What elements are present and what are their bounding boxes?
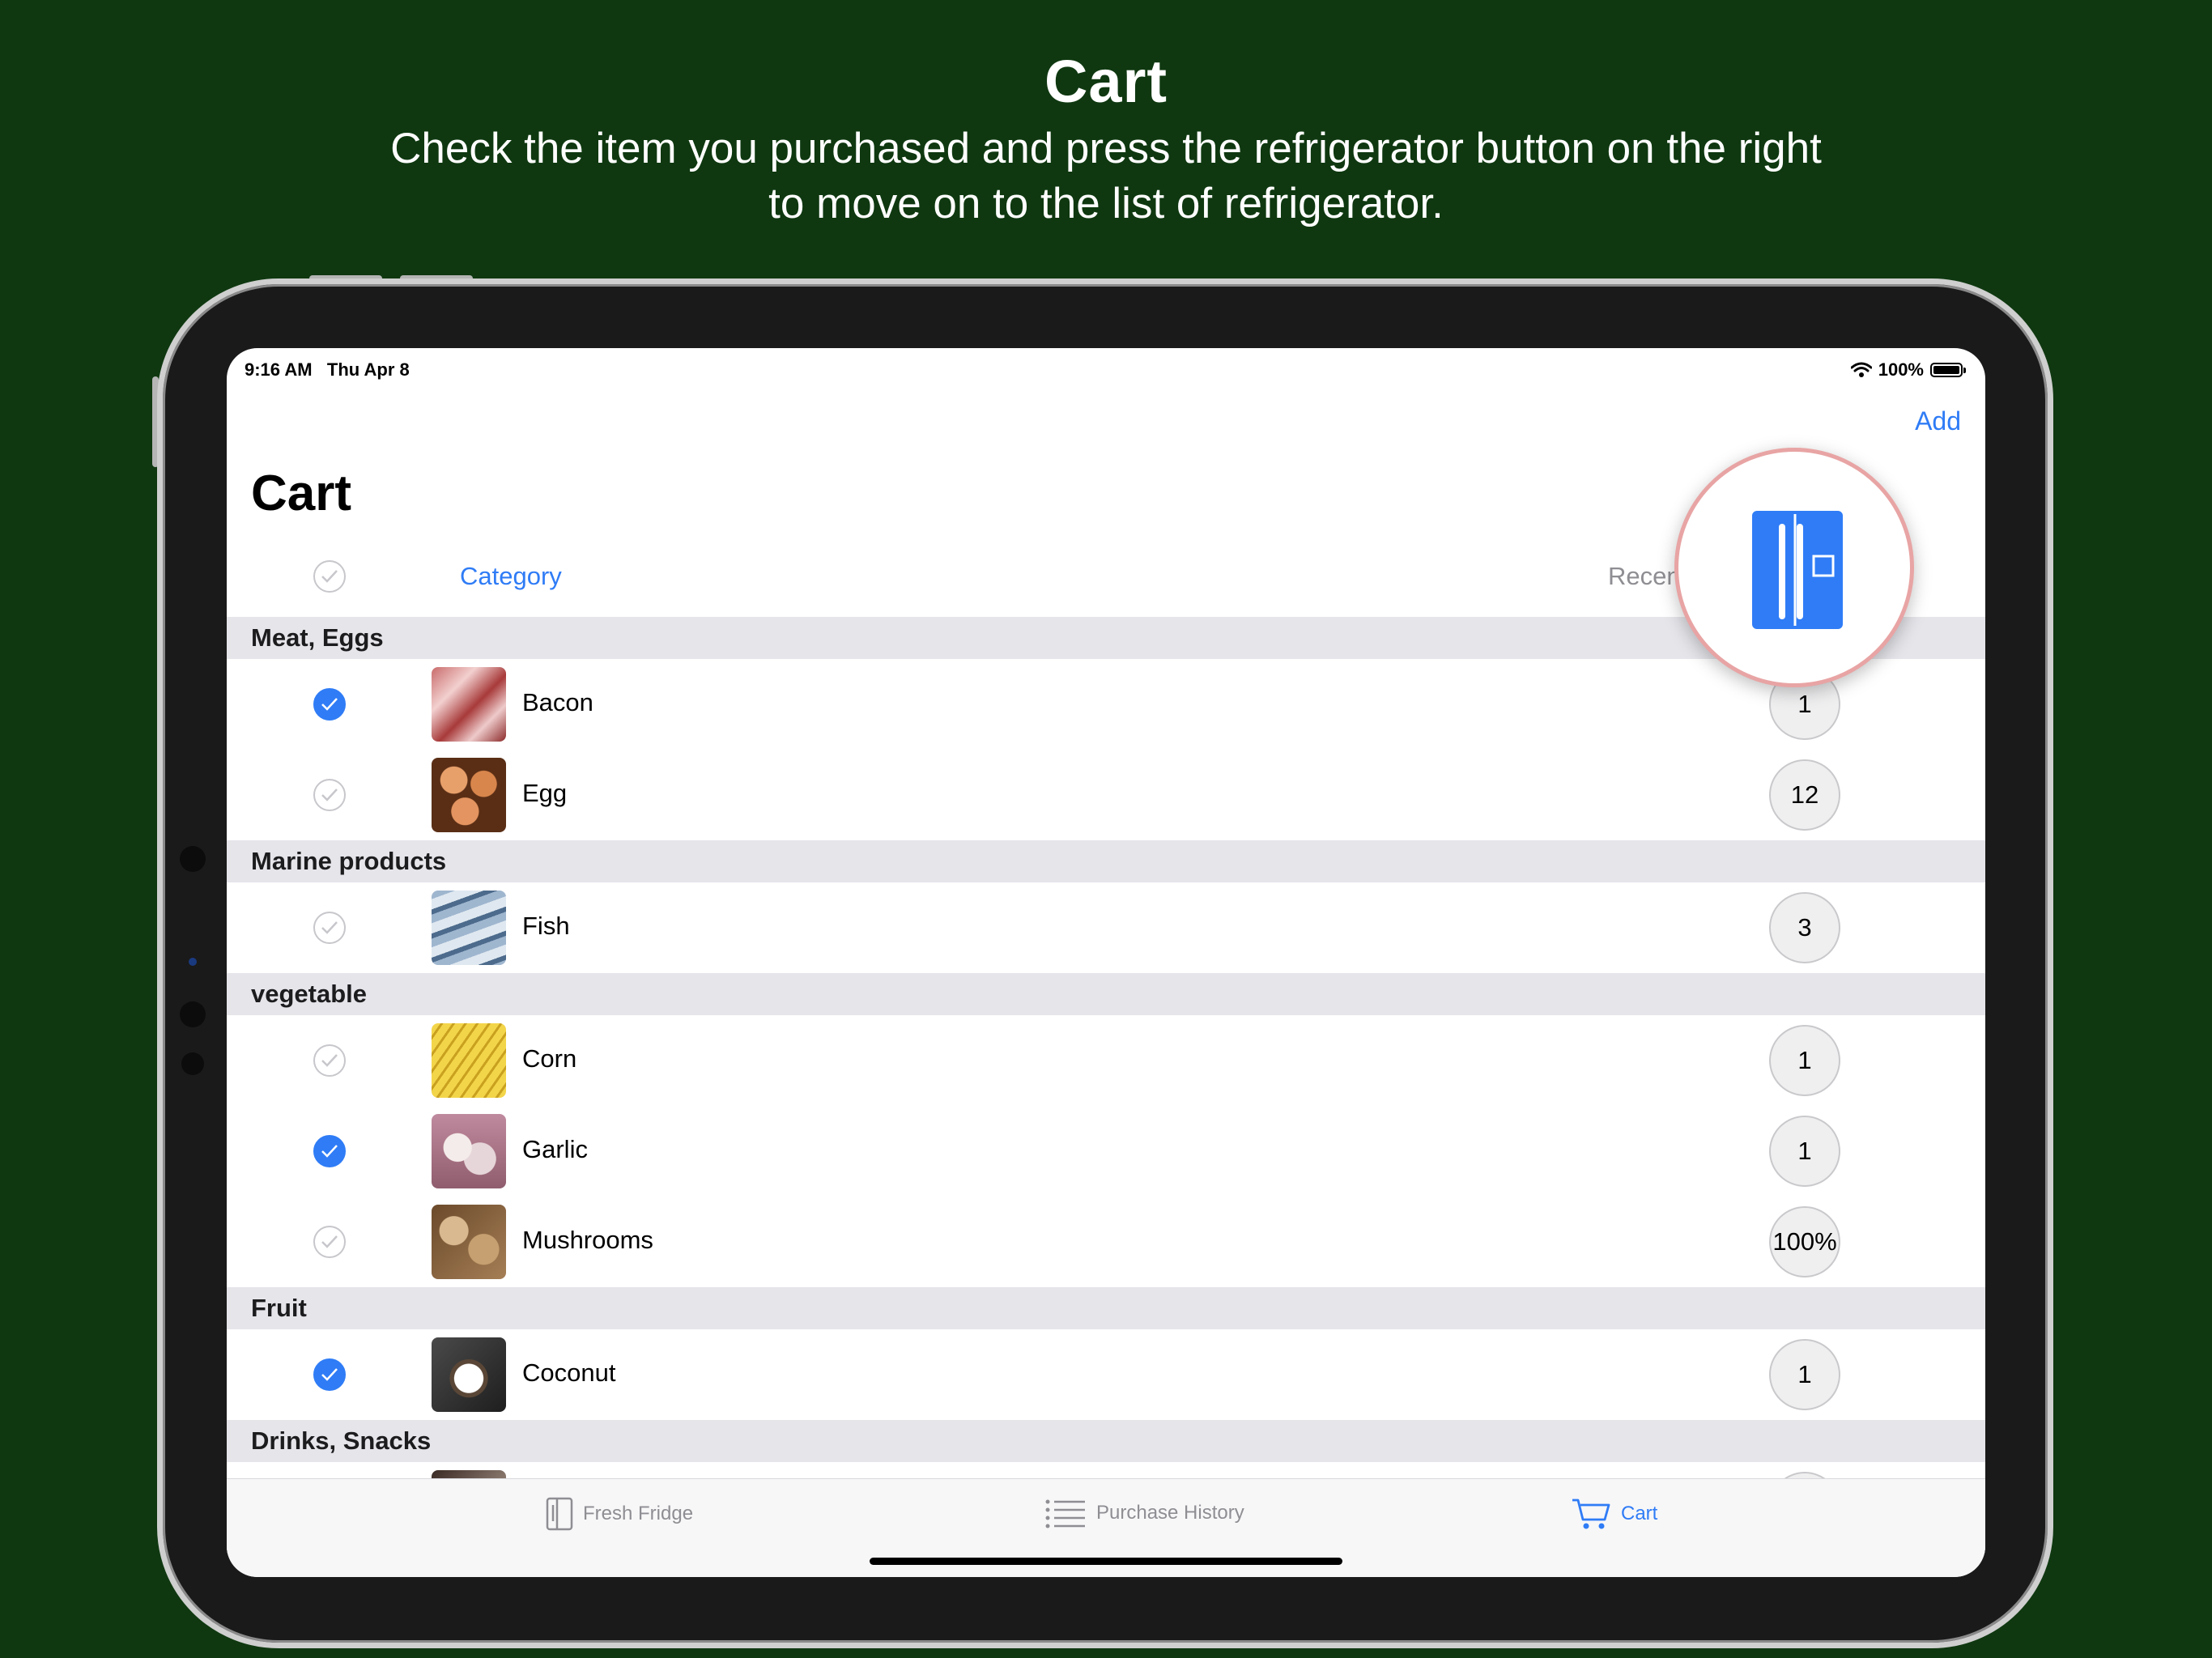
- list-icon: [1045, 1499, 1085, 1528]
- item-check[interactable]: [313, 1135, 346, 1167]
- status-time: 9:16 AM Thu Apr 8: [245, 359, 410, 380]
- fish-thumbnail: [432, 891, 506, 965]
- item-check[interactable]: [313, 1226, 346, 1258]
- highlight-magnifier: [1674, 448, 1914, 687]
- list-item[interactable]: Egg 12: [227, 750, 1985, 841]
- list-item[interactable]: Garlic 1: [227, 1106, 1985, 1197]
- promo-title: Cart: [1044, 48, 1168, 115]
- checkmark-icon: [321, 1368, 338, 1381]
- camera-dot: [180, 846, 206, 872]
- quantity-badge[interactable]: 1: [1769, 1025, 1840, 1096]
- item-name: Garlic: [522, 1135, 588, 1163]
- quantity-badge[interactable]: 100%: [1769, 1206, 1840, 1278]
- quantity-badge[interactable]: 1: [1769, 1116, 1840, 1187]
- item-check[interactable]: [313, 779, 346, 811]
- wifi-icon: [1850, 362, 1872, 377]
- item-name: Bacon: [522, 688, 593, 716]
- tab-label: Purchase History: [1096, 1502, 1244, 1524]
- status-date-text: Thu Apr 8: [326, 359, 410, 380]
- checkmark-icon: [321, 698, 338, 711]
- egg-thumbnail: [432, 758, 506, 832]
- battery-icon: [1930, 363, 1966, 377]
- page-title: Cart: [251, 466, 352, 521]
- section-header: Fruit: [227, 1287, 1985, 1329]
- section-title: Meat, Eggs: [251, 623, 384, 652]
- corn-thumbnail: [432, 1023, 506, 1098]
- tab-label: Fresh Fridge: [583, 1503, 694, 1524]
- battery-percent: 100%: [1878, 359, 1924, 380]
- list-item[interactable]: Corn 1: [227, 1015, 1985, 1107]
- section-title: Marine products: [251, 847, 447, 875]
- section-title: vegetable: [251, 980, 368, 1008]
- item-name: Mushrooms: [522, 1226, 653, 1254]
- camera-dot: [189, 958, 197, 966]
- checkmark-icon: [321, 1235, 338, 1248]
- sort-recent-button[interactable]: Recen: [1608, 562, 1681, 591]
- tab-cart[interactable]: Cart: [1571, 1497, 1657, 1531]
- item-name: Egg: [522, 779, 568, 807]
- camera-dot: [181, 1052, 204, 1075]
- fridge-icon: [546, 1497, 573, 1531]
- section-header: Marine products: [227, 840, 1985, 882]
- quantity-badge[interactable]: 1: [1769, 1339, 1840, 1410]
- checkmark-icon: [321, 570, 338, 583]
- tab-label: Cart: [1621, 1503, 1658, 1524]
- checkmark-icon: [321, 1054, 338, 1067]
- status-right: 100%: [1850, 359, 1966, 380]
- item-name: Fish: [522, 912, 570, 940]
- list-item[interactable]: Bacon 1: [227, 659, 1985, 750]
- section-header: Drinks, Snacks: [227, 1420, 1985, 1462]
- sort-category-button[interactable]: Category: [460, 562, 562, 591]
- list-item[interactable]: Mushrooms 100%: [227, 1197, 1985, 1288]
- bacon-thumbnail: [432, 667, 506, 742]
- checkmark-icon: [321, 1145, 338, 1158]
- tab-purchase-history[interactable]: Purchase History: [1044, 1497, 1244, 1529]
- section-header: vegetable: [227, 973, 1985, 1015]
- checkmark-icon: [321, 789, 338, 801]
- camera-dot: [180, 1001, 206, 1027]
- tab-fresh-fridge[interactable]: Fresh Fridge: [546, 1497, 693, 1531]
- section-title: Fruit: [251, 1294, 307, 1322]
- section-title: Drinks, Snacks: [251, 1426, 432, 1455]
- move-to-fridge-button[interactable]: [1752, 511, 1843, 629]
- promo-subtitle-line2: to move on to the list of refrigerator.: [768, 180, 1444, 227]
- garlic-thumbnail: [432, 1114, 506, 1188]
- list-item[interactable]: Coconut 1: [227, 1329, 1985, 1421]
- list-item[interactable]: Fish 3: [227, 882, 1985, 974]
- quantity-badge[interactable]: 12: [1769, 759, 1840, 831]
- add-button[interactable]: Add: [1915, 406, 1961, 436]
- mushrooms-thumbnail: [432, 1205, 506, 1279]
- coconut-thumbnail: [432, 1337, 506, 1412]
- item-check[interactable]: [313, 688, 346, 721]
- item-check[interactable]: [313, 912, 346, 944]
- fridge-icon: [1779, 514, 1835, 626]
- promo-subtitle: Check the item you purchased and press t…: [377, 121, 1835, 232]
- checkmark-icon: [321, 921, 338, 934]
- cart-icon: [1572, 1499, 1610, 1529]
- select-all-check[interactable]: [313, 560, 346, 593]
- quantity-badge[interactable]: 3: [1769, 892, 1840, 963]
- item-name: Corn: [522, 1044, 577, 1073]
- promo-subtitle-line1: Check the item you purchased and press t…: [390, 125, 1822, 172]
- status-time-text: 9:16 AM: [245, 359, 313, 380]
- item-check[interactable]: [313, 1044, 346, 1077]
- item-name: Coconut: [522, 1358, 616, 1387]
- home-indicator: [870, 1558, 1342, 1565]
- item-check[interactable]: [313, 1358, 346, 1391]
